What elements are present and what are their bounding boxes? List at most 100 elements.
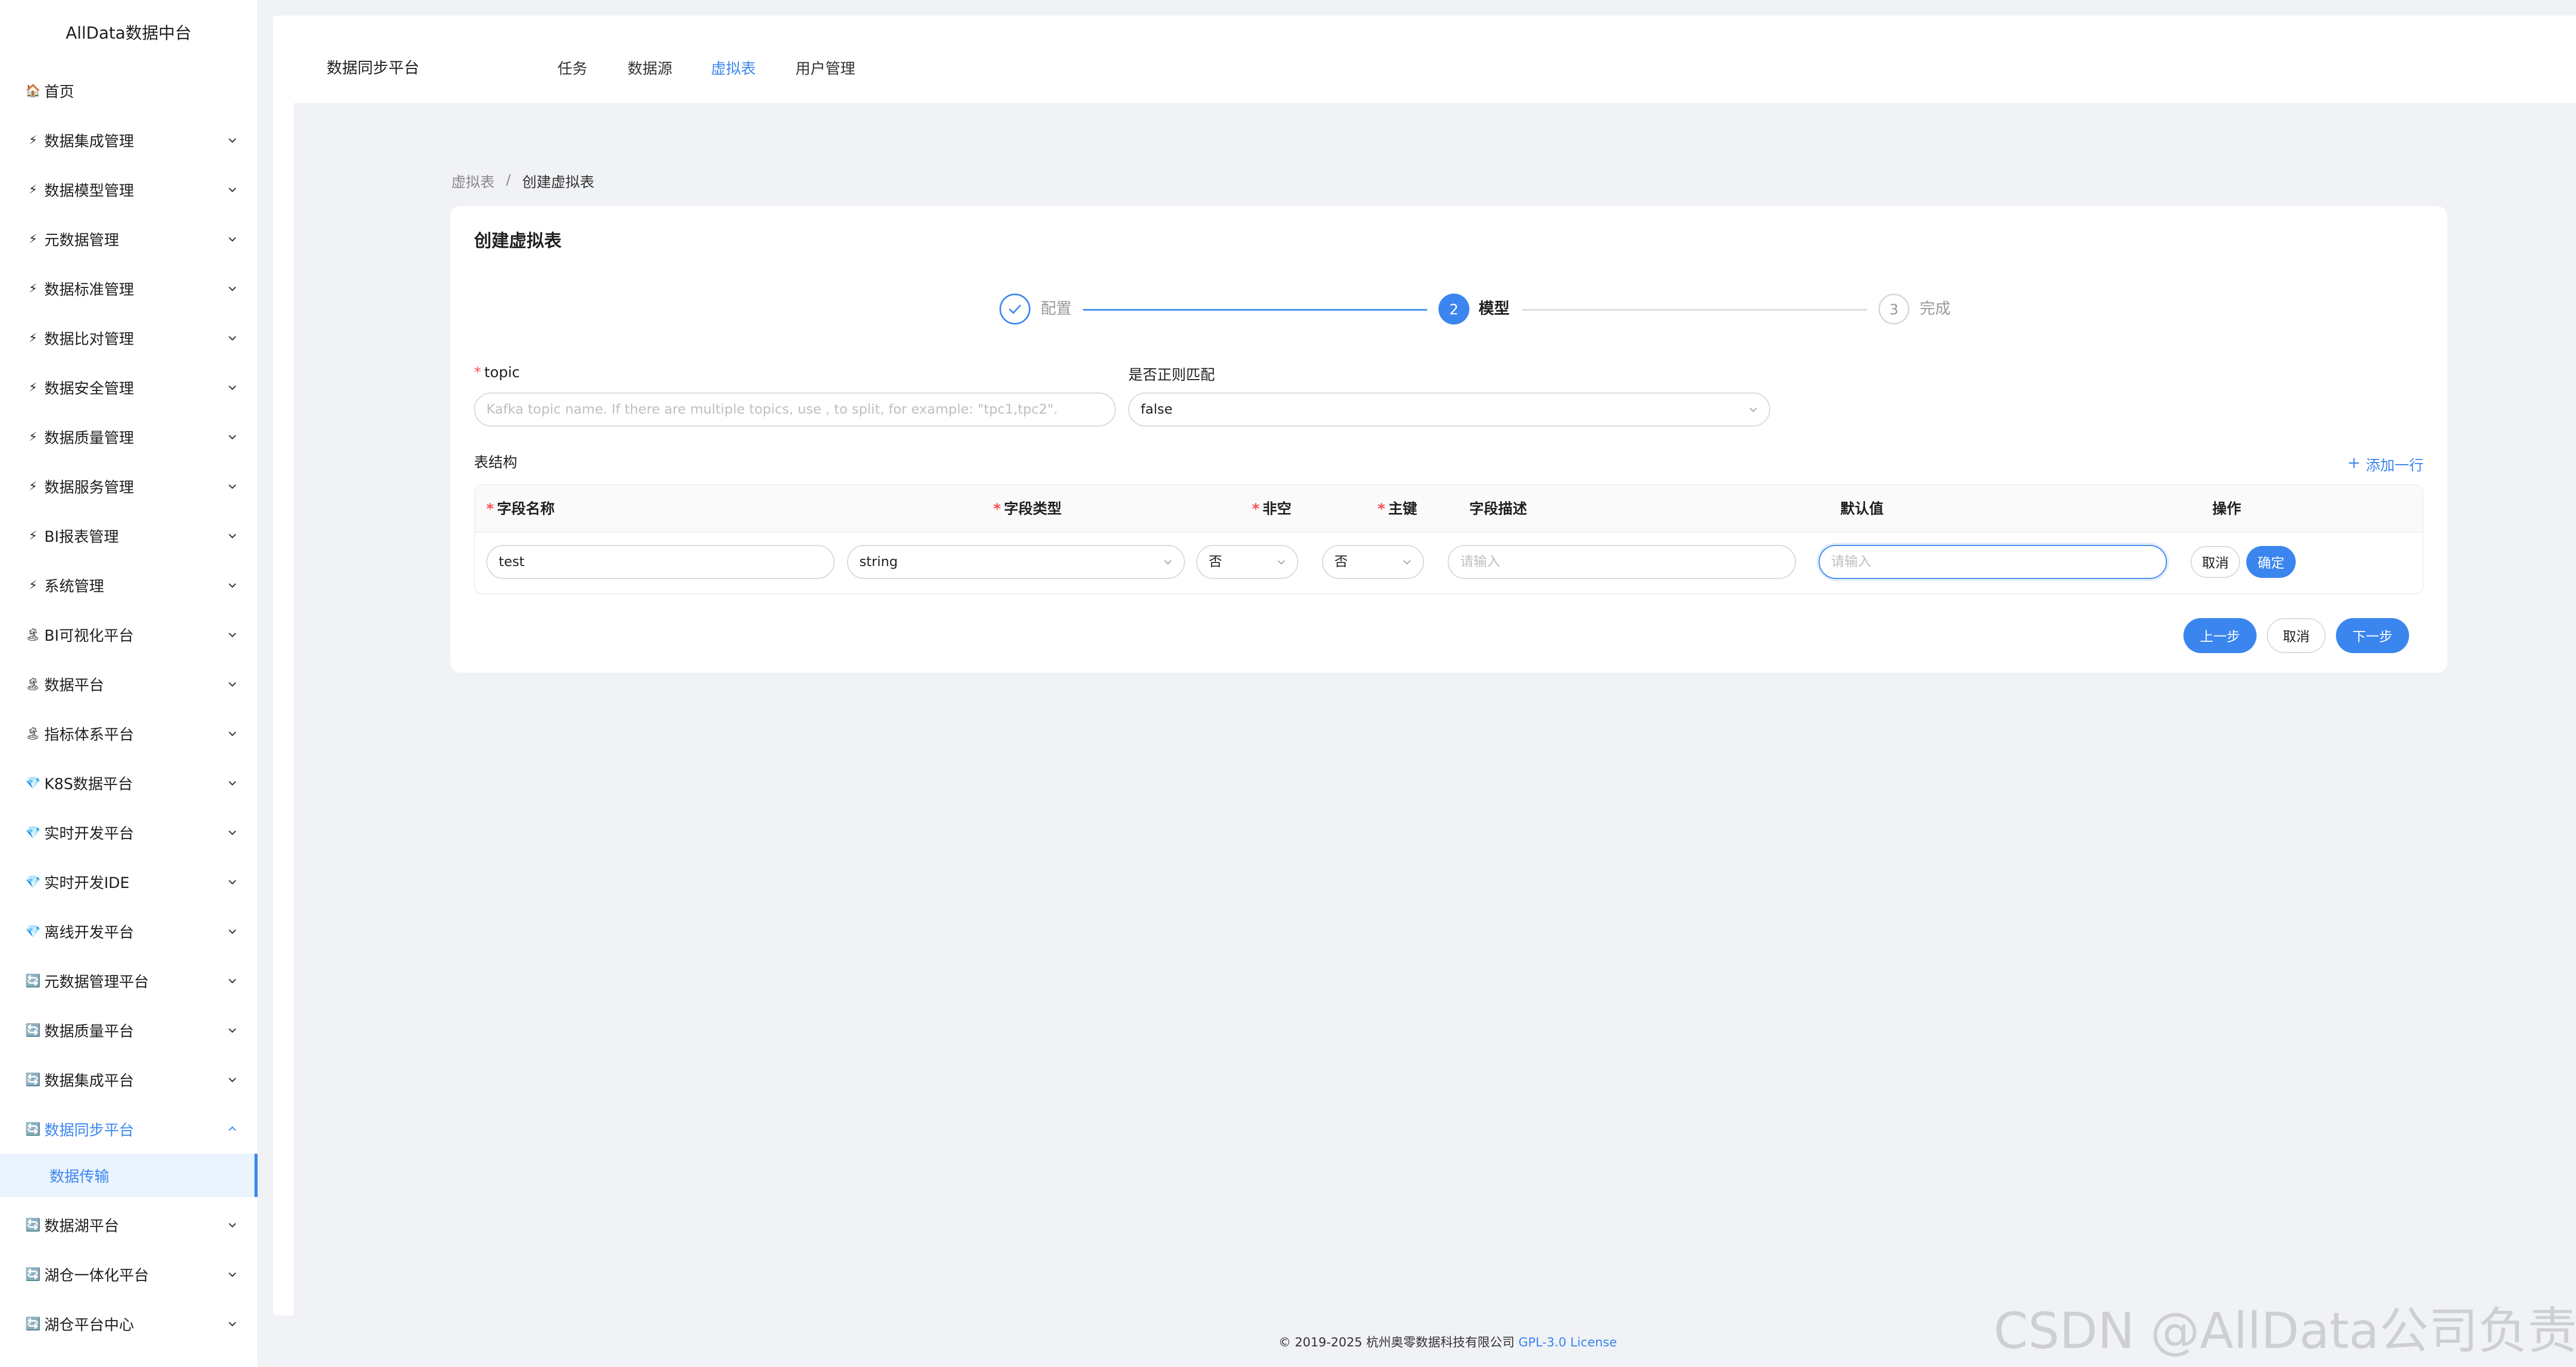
chevron-down-icon (225, 1316, 240, 1331)
sidebar-item-icon: ⚡ (28, 331, 38, 345)
sidebar-item-label: 首页 (44, 83, 75, 100)
sidebar-item[interactable]: ⚡ 系统管理 (0, 560, 258, 610)
sidebar-item-icon: 🏝 (25, 677, 41, 691)
sidebar-item-icon: ⚡ (28, 281, 38, 296)
sidebar-item-label: 实时开发IDE (44, 874, 130, 892)
sidebar-item[interactable]: 🔄 数据湖平台 (0, 1200, 258, 1250)
sidebar-item[interactable]: 🔄 元数据管理平台 (0, 956, 258, 1005)
sidebar-item-label: 湖仓一体化平台 (44, 1267, 149, 1284)
sidebar-item[interactable]: ⚡ 元数据管理 (0, 214, 258, 264)
sidebar-item[interactable]: 💎 实时开发平台 (0, 808, 258, 857)
watermark: CSDN @AllData公司负责人 (1993, 1302, 2576, 1360)
next-step-button[interactable]: 下一步 (2336, 618, 2409, 653)
sidebar-item[interactable]: 🔄 数据集成平台 (0, 1055, 258, 1104)
sidebar-subitem-data-transfer[interactable]: 数据传输 (0, 1154, 258, 1197)
required-mark: * (474, 364, 481, 381)
step-3-label: 完成 (1920, 300, 1951, 318)
sidebar-item[interactable]: ⚡ 数据安全管理 (0, 363, 258, 412)
sidebar-item[interactable]: 💎 实时开发IDE (0, 857, 258, 907)
sidebar-item[interactable]: ⚡ 数据质量管理 (0, 412, 258, 462)
col-field-type: * 字段类型 (993, 500, 1062, 517)
sidebar-item[interactable]: ⚡ 数据模型管理 (0, 165, 258, 214)
sidebar-item[interactable]: ⚡ 数据服务管理 (0, 462, 258, 511)
chevron-down-icon (225, 775, 240, 791)
regex-select[interactable]: false (1128, 392, 1770, 426)
chevron-down-icon (225, 676, 240, 692)
regex-select-value: false (1141, 402, 1173, 417)
cancel-button[interactable]: 取消 (2267, 618, 2326, 653)
field-desc-input[interactable]: 请输入 (1448, 545, 1796, 579)
sidebar-item[interactable]: 🏝 指标体系平台 (0, 709, 258, 758)
sidebar-item-label: 指标体系平台 (44, 726, 134, 743)
breadcrumb-separator: / (506, 171, 511, 188)
sidebar-item-label: 实时开发平台 (44, 825, 134, 842)
sidebar-item-label: 湖仓平台中心 (44, 1316, 134, 1334)
sidebar-item-icon: 🔄 (25, 1122, 41, 1136)
fields-table: * 字段名称 * 字段类型 * 非空 * 主键 字段描述 默认值 操作 test str… (474, 484, 2424, 594)
chevron-down-icon (225, 281, 240, 296)
steps: 配置 2 模型 3 完成 (450, 206, 2447, 361)
sidebar-item[interactable]: ⚡ 数据比对管理 (0, 313, 258, 363)
not-null-select[interactable]: 否 (1196, 545, 1298, 579)
top-nav: 数据同步平台 任务 数据源 虚拟表 用户管理 (273, 15, 2576, 103)
step-line-1 (1083, 309, 1427, 311)
chevron-down-icon (225, 1217, 240, 1233)
chevron-down-icon (1162, 546, 1174, 578)
sidebar-item-icon: ⚡ (28, 133, 38, 147)
sidebar-item-icon: ⚡ (28, 380, 38, 395)
default-value-input[interactable]: 请输入 (1819, 545, 2167, 579)
sidebar-item-label: 数据安全管理 (44, 380, 134, 397)
add-row-button[interactable]: 添加一行 (2347, 454, 2424, 475)
sidebar-item[interactable]: 🔄 数据同步平台 (0, 1104, 258, 1154)
chevron-down-icon (225, 182, 240, 197)
sidebar-item[interactable]: ⚡ BI报表管理 (0, 511, 258, 560)
row-confirm-button[interactable]: 确定 (2246, 546, 2296, 578)
chevron-down-icon (225, 726, 240, 741)
license-link[interactable]: GPL-3.0 License (1518, 1335, 1617, 1349)
table-header: * 字段名称 * 字段类型 * 非空 * 主键 字段描述 默认值 操作 (475, 485, 2422, 533)
primary-key-select[interactable]: 否 (1322, 545, 1424, 579)
col-actions: 操作 (2212, 500, 2242, 517)
field-type-select[interactable]: string (847, 545, 1185, 579)
sidebar-item[interactable]: 🔄 数据质量平台 (0, 1005, 258, 1055)
sidebar-item[interactable]: ⚡ 数据标准管理 (0, 264, 258, 313)
sidebar-item[interactable]: ⚡ 数据集成管理 (0, 115, 258, 165)
col-field-name: * 字段名称 (486, 500, 555, 517)
row-cancel-button[interactable]: 取消 (2191, 546, 2240, 578)
topic-label: * topic (474, 364, 520, 381)
breadcrumb-parent[interactable]: 虚拟表 (451, 171, 495, 192)
chevron-up-icon (225, 1121, 240, 1137)
regex-label: 是否正则匹配 (1128, 366, 1215, 383)
sidebar-item-icon: 🏝 (25, 627, 41, 642)
sidebar-item-label: 系统管理 (44, 577, 105, 595)
sidebar-item-label: BI报表管理 (44, 528, 119, 545)
sidebar-item[interactable]: 🏠 首页 (0, 66, 258, 115)
chevron-down-icon (225, 1072, 240, 1087)
chevron-down-icon (225, 577, 240, 593)
field-name-input[interactable]: test (486, 545, 835, 579)
sidebar-item[interactable]: 💎 离线开发平台 (0, 907, 258, 956)
sidebar-item[interactable]: 💎 K8S数据平台 (0, 758, 258, 808)
breadcrumb: 虚拟表 / 创建虚拟表 (451, 171, 594, 192)
sidebar-item-icon: 🔄 (25, 1072, 41, 1087)
sidebar-item[interactable]: 🏝 BI可视化平台 (0, 610, 258, 659)
sidebar-item[interactable]: 🏝 数据平台 (0, 659, 258, 709)
col-default-value: 默认值 (1840, 500, 1884, 517)
chevron-down-icon (225, 479, 240, 494)
chevron-down-icon (225, 973, 240, 988)
sidebar-item-icon: ⚡ (28, 479, 38, 493)
sidebar-item[interactable]: 🔄 湖仓平台中心 (0, 1299, 258, 1348)
sidebar-item-icon: 🔄 (25, 1218, 41, 1232)
topic-input[interactable]: Kafka topic name. If there are multiple … (474, 392, 1116, 426)
sidebar-item-icon: ⚡ (28, 430, 38, 444)
sidebar-item-label: 元数据管理平台 (44, 973, 149, 990)
sidebar-item[interactable]: 🔄 湖仓一体化平台 (0, 1250, 258, 1299)
col-field-desc: 字段描述 (1469, 500, 1528, 517)
add-row-label: 添加一行 (2365, 457, 2424, 474)
sidebar-item-label: 数据模型管理 (44, 182, 134, 199)
sidebar-item-label: 数据集成平台 (44, 1072, 134, 1089)
chevron-down-icon (1276, 546, 1287, 578)
prev-step-button[interactable]: 上一步 (2183, 618, 2257, 653)
primary-key-value: 否 (1334, 554, 1348, 570)
col-not-null: * 非空 (1252, 500, 1292, 517)
